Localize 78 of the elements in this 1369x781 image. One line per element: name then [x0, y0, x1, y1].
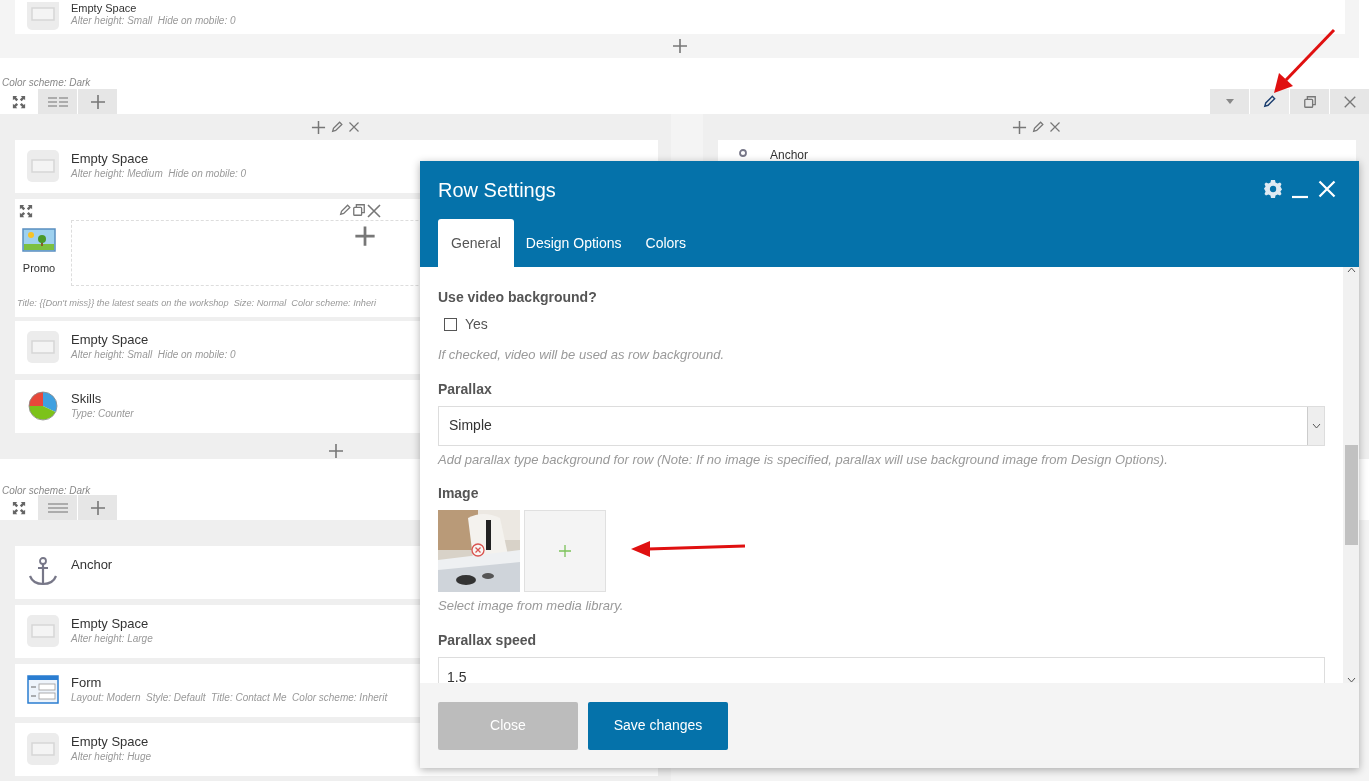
add-column-button[interactable]	[78, 495, 117, 520]
close-icon[interactable]	[1342, 94, 1357, 109]
plus-icon	[89, 93, 106, 110]
dialog-tab[interactable]: Colors	[633, 219, 698, 267]
scrollbar[interactable]	[1343, 267, 1359, 683]
field-label: Use video background?	[438, 288, 597, 307]
clone-button[interactable]	[1290, 89, 1329, 114]
placeholder-icon	[27, 615, 59, 647]
form-window-icon	[27, 674, 59, 706]
annotation-arrow	[1274, 28, 1336, 93]
field-label: Parallax	[438, 379, 492, 399]
plus-icon[interactable]	[353, 225, 376, 247]
placeholder-icon	[27, 733, 59, 765]
close-icon[interactable]	[366, 203, 382, 219]
element-name: Empty Space	[71, 2, 138, 14]
element-name: Empty Space	[71, 616, 150, 632]
placeholder-icon	[27, 2, 59, 30]
help-text: Add parallax type background for row (Note: If no image is specified, parallax will use background image from Design Options).	[438, 450, 1169, 469]
row-color-scheme: Color scheme: Dark	[1, 76, 91, 90]
remove-icon[interactable]	[471, 543, 485, 557]
element-name: Form	[71, 675, 103, 691]
element-name: Anchor	[71, 557, 113, 573]
element-name: Empty Space	[71, 332, 150, 348]
close-icon[interactable]	[348, 121, 360, 133]
parallax-speed-input[interactable]: 1.5	[438, 656, 1325, 683]
element-name: Empty Space	[71, 151, 150, 167]
element-card[interactable]: Empty Space Alter height: Small Hide on mobile: 0	[15, 0, 1345, 34]
anchor-icon	[27, 556, 59, 588]
copy-icon[interactable]	[352, 203, 366, 217]
add-column-button[interactable]	[78, 89, 117, 114]
delete-button[interactable]	[1330, 89, 1369, 114]
pencil-icon[interactable]	[1262, 94, 1277, 109]
plus-icon	[89, 499, 106, 516]
element-name: Skills	[71, 391, 103, 407]
plus-icon	[559, 545, 571, 557]
anchor-ring-icon	[738, 148, 748, 158]
chevron-down-icon	[1346, 677, 1356, 683]
pencil-icon[interactable]	[330, 120, 344, 134]
element-name: Empty Space	[71, 734, 150, 750]
plus-icon[interactable]	[671, 38, 688, 54]
scrollbar-thumb[interactable]	[1345, 445, 1358, 545]
copy-icon[interactable]	[1302, 94, 1317, 109]
element-params: Type: Counter	[71, 407, 134, 421]
element-params: Title: {{Don't miss}} the latest seats on the workshop Size: Normal Color scheme: Inheri	[17, 297, 377, 310]
chevron-down-icon	[1311, 422, 1321, 429]
element-params: Layout: Modern Style: Default Title: Contact Me Color scheme: Inherit	[71, 691, 388, 705]
element-params: Alter height: Small Hide on mobile: 0	[71, 348, 236, 362]
parallax-select[interactable]: Simple	[438, 405, 1325, 446]
save-button[interactable]: Save changes	[588, 701, 728, 750]
field-label: Image	[438, 484, 479, 503]
chevron-up-icon	[1346, 267, 1356, 273]
close-icon[interactable]	[1048, 121, 1061, 133]
element-params: Alter height: Large	[71, 632, 153, 646]
caret-icon	[1225, 99, 1234, 104]
placeholder-icon	[27, 331, 59, 363]
move-icon[interactable]	[11, 500, 26, 515]
plus-icon[interactable]	[327, 443, 344, 459]
element-name: Promo	[22, 261, 56, 276]
settings-icon[interactable]	[1263, 179, 1283, 199]
element-params: Alter height: Huge	[71, 750, 152, 764]
pencil-icon[interactable]	[338, 203, 352, 217]
plus-icon[interactable]	[1011, 119, 1027, 135]
move-icon[interactable]	[19, 204, 33, 218]
landscape-picture-icon	[22, 226, 56, 254]
pencil-icon[interactable]	[1030, 120, 1045, 134]
field-label: Parallax speed	[438, 630, 537, 650]
edit-button[interactable]	[1250, 89, 1289, 114]
placeholder-icon	[27, 150, 59, 182]
element-params: Alter height: Small Hide on mobile: 0	[71, 14, 236, 28]
dialog-tab[interactable]: Design Options	[513, 219, 634, 267]
element-name: Anchor	[770, 148, 809, 161]
dialog-tab[interactable]: General	[438, 219, 514, 267]
element-params: Alter height: Medium Hide on mobile: 0	[71, 167, 247, 181]
move-icon[interactable]	[11, 94, 26, 109]
plus-icon[interactable]	[311, 119, 326, 135]
row-color-scheme: Color scheme: Dark	[1, 484, 91, 498]
pie-chart-icon	[27, 390, 59, 422]
checkbox[interactable]	[444, 318, 457, 331]
